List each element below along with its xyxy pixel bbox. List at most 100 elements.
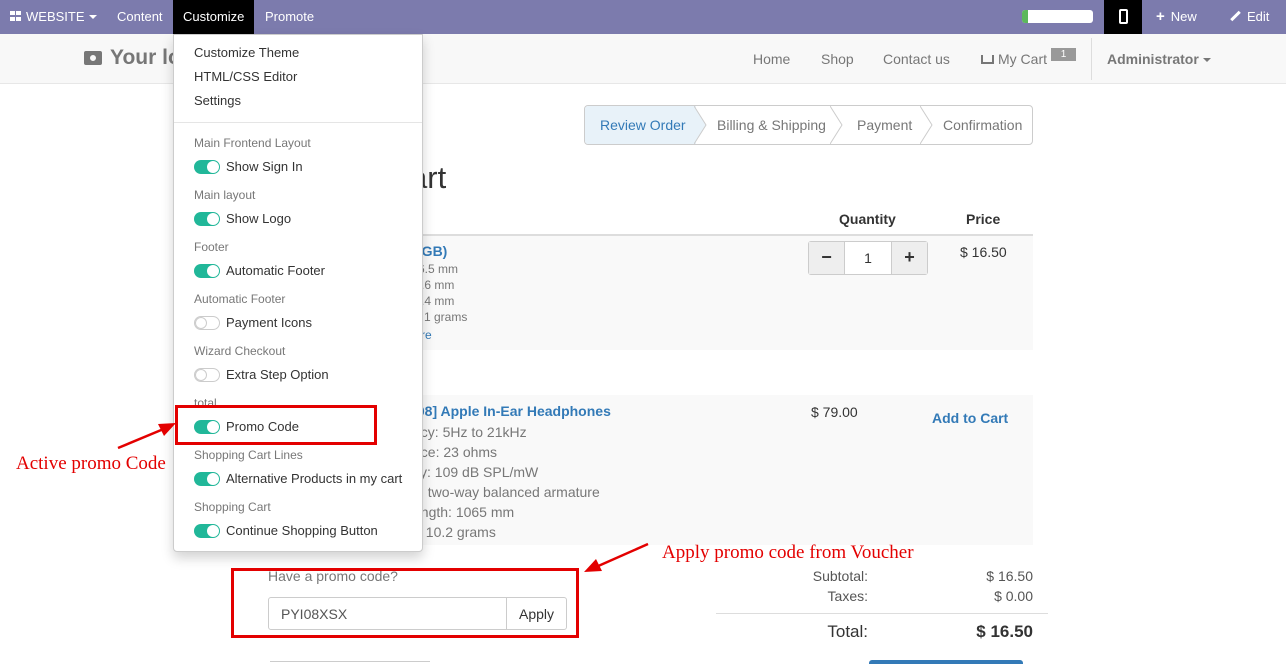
user-name: Administrator (1107, 51, 1199, 67)
nav-shop[interactable]: Shop (821, 34, 854, 84)
wizard-separator (830, 106, 843, 144)
column-header-price: Price (966, 211, 1001, 227)
totals-divider (716, 613, 1048, 614)
product-spec: 6.5 mm (418, 262, 459, 276)
switch-knob (207, 265, 219, 277)
nav-my-cart[interactable]: My Cart (981, 34, 1047, 84)
new-button-label: New (1170, 9, 1197, 24)
toggle-alternative-products[interactable] (194, 472, 220, 486)
camera-icon (84, 51, 102, 65)
quantity-minus-button[interactable]: − (809, 242, 845, 274)
grid-icon (10, 11, 22, 22)
option-label[interactable]: Alternative Products in my cart (226, 471, 402, 486)
wizard-separator (694, 106, 707, 144)
quantity-plus-button[interactable]: + (891, 242, 927, 274)
switch-knob (195, 369, 207, 381)
customize-menu[interactable]: Customize (173, 0, 255, 34)
switch-knob (207, 525, 219, 537)
product-spec: : two-way balanced armature (420, 484, 600, 500)
product-spec: nce: 23 ohms (413, 444, 498, 460)
annotation-apply-promo: Apply promo code from Voucher (662, 542, 914, 563)
wizard-step-payment[interactable]: Payment (857, 106, 912, 144)
option-label[interactable]: Payment Icons (226, 315, 312, 330)
suggested-product-price: $ 79.00 (811, 404, 858, 420)
mobile-phone-icon (1119, 9, 1128, 24)
nav-divider (1091, 38, 1092, 80)
annotation-arrow-icon (117, 423, 176, 450)
switch-knob (207, 213, 219, 225)
product-spec: ength: 1065 mm (413, 504, 515, 520)
menu-group-header: Main layout (194, 188, 256, 202)
taxes-value: $ 0.00 (994, 588, 1033, 604)
my-cart-label: My Cart (998, 51, 1047, 67)
highlight-promo-field (231, 568, 579, 638)
total-label: Total: (827, 622, 868, 641)
logo-text: Your lo (110, 46, 181, 69)
taxes-label: Taxes: (827, 588, 868, 604)
menu-group-header: Shopping Cart Lines (194, 448, 303, 462)
toggle-payment-icons[interactable] (194, 316, 220, 330)
toggle-automatic-footer[interactable] (194, 264, 220, 278)
process-checkout-button[interactable] (869, 660, 1023, 664)
nav-contact-us[interactable]: Contact us (883, 34, 950, 84)
menu-group-header: Footer (194, 240, 229, 254)
promote-menu[interactable]: Promote (265, 0, 314, 34)
pencil-icon (1230, 11, 1241, 22)
website-menu[interactable]: WEBSITE (10, 0, 97, 34)
switch-knob (207, 161, 219, 173)
new-button[interactable]: + New (1156, 0, 1197, 34)
cart-count-badge: 1 (1051, 48, 1076, 61)
option-label[interactable]: Show Logo (226, 211, 291, 226)
switch-knob (195, 317, 207, 329)
wizard-step-confirmation[interactable]: Confirmation (943, 106, 1022, 144)
option-label[interactable]: Show Sign In (226, 159, 303, 174)
product-spec: .4 mm (421, 294, 455, 308)
plus-icon: + (1156, 8, 1165, 25)
option-label[interactable]: Extra Step Option (226, 367, 329, 382)
annotation-active-promo: Active promo Code (16, 453, 166, 474)
menu-item-customize-theme[interactable]: Customize Theme (194, 45, 299, 60)
toggle-show-sign-in[interactable] (194, 160, 220, 174)
menu-item-settings[interactable]: Settings (194, 93, 241, 108)
wizard-step-billing-shipping[interactable]: Billing & Shipping (717, 106, 826, 144)
checkout-wizard: Review Order Billing & Shipping Payment … (584, 105, 1033, 145)
toggle-show-logo[interactable] (194, 212, 220, 226)
option-label[interactable]: Automatic Footer (226, 263, 325, 278)
total-value: $ 16.50 (976, 622, 1033, 641)
toggle-extra-step-option[interactable] (194, 368, 220, 382)
user-menu[interactable]: Administrator (1107, 34, 1211, 84)
highlight-promo-toggle (175, 405, 377, 445)
caret-down-icon (88, 15, 97, 19)
product-spec: ity: 109 dB SPL/mW (413, 464, 539, 480)
add-to-cart-link[interactable]: Add to Cart (932, 410, 1008, 426)
subtotal-value: $ 16.50 (986, 568, 1033, 584)
website-menu-label: WEBSITE (26, 9, 85, 24)
suggested-product-link[interactable]: I08] Apple In-Ear Headphones (413, 403, 611, 419)
seo-progress-bar (1022, 10, 1093, 23)
toggle-continue-shopping[interactable] (194, 524, 220, 538)
progress-fill (1022, 10, 1028, 23)
caret-down-icon (1202, 58, 1211, 62)
cart-line-price: $ 16.50 (960, 244, 1007, 260)
menu-group-header: Automatic Footer (194, 292, 286, 306)
product-spec: : 10.2 grams (418, 524, 496, 540)
menu-group-header: Shopping Cart (194, 500, 271, 514)
annotation-arrow-icon (584, 542, 649, 572)
menu-item-html-css-editor[interactable]: HTML/CSS Editor (194, 69, 297, 84)
wizard-separator (920, 106, 933, 144)
quantity-input[interactable]: 1 (845, 242, 891, 274)
product-spec: ncy: 5Hz to 21kHz (413, 424, 527, 440)
quantity-stepper: − 1 + (808, 241, 928, 275)
option-label[interactable]: Continue Shopping Button (226, 523, 378, 538)
mobile-preview-button[interactable] (1104, 0, 1142, 34)
subtotal-label: Subtotal: (812, 568, 868, 584)
site-logo[interactable]: Your lo (84, 46, 181, 70)
nav-home[interactable]: Home (753, 34, 790, 84)
wizard-step-review-order[interactable]: Review Order (585, 106, 696, 144)
menu-divider (174, 122, 422, 123)
product-spec: .6 mm (421, 278, 455, 292)
admin-topbar: WEBSITE Content Customize Promote + New E… (0, 0, 1286, 34)
edit-button[interactable]: Edit (1230, 0, 1269, 34)
menu-group-header: Main Frontend Layout (194, 136, 311, 150)
content-menu[interactable]: Content (117, 0, 163, 34)
